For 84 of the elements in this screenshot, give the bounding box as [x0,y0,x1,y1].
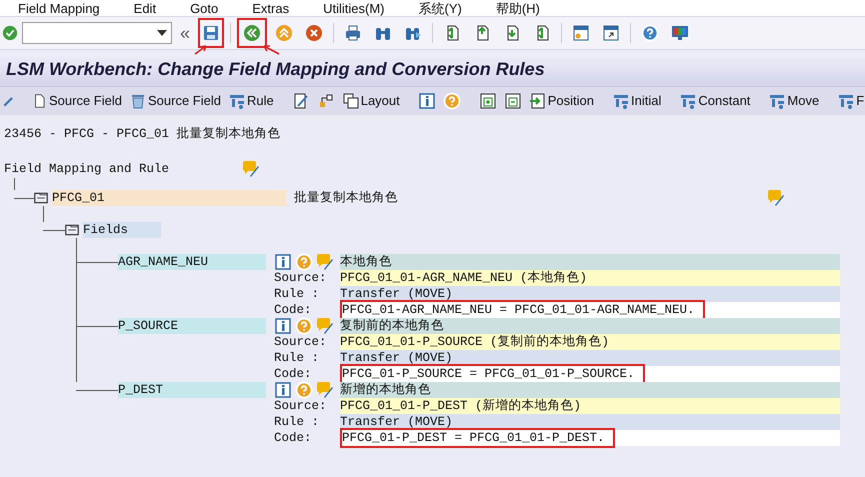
expand-icon [478,92,497,110]
row-label: Rule : [274,286,320,302]
cancel-icon [305,24,324,42]
node-description: 批量复制本地角色 [294,190,399,206]
info-icon [274,381,292,399]
help-icon [295,253,313,271]
source-value: PFCG_01_01-P_SOURCE (复制前的本地角色) [340,334,840,350]
note-edit-icon [242,160,260,178]
rule-icon [679,92,698,110]
menu-item[interactable]: 系统(Y) [418,0,462,16]
monitor-icon [671,24,690,42]
note-edit-icon [316,253,334,271]
screen-title: LSM Workbench: Change Field Mapping and Conversion Rules [6,58,545,81]
rule-value: Transfer (MOVE) [340,286,840,302]
toolbar-button[interactable]: F [835,90,865,112]
rule-icon [612,92,630,110]
row-label: Rule : [274,350,320,366]
rule-icon [837,92,856,110]
back-icon [243,24,262,42]
folder-icon [65,223,79,237]
menu-item[interactable]: Extras [252,0,290,16]
row-label: Source: [274,334,328,350]
row-label: Code: [274,430,313,446]
toolbar-button[interactable]: Rule [226,90,276,112]
dropdown-icon [157,30,167,36]
layout-icon [342,92,360,110]
field-description: 本地角色 [340,254,840,270]
printer-icon [344,24,362,42]
field-description: 新增的本地角色 [340,382,840,398]
menu-item[interactable]: Field Mapping [18,0,100,16]
row-label: Source: [274,270,328,286]
save-icon [202,24,220,42]
help-icon [295,381,313,399]
pencil-icon [292,92,310,110]
checkmark-icon[interactable] [2,25,18,41]
info-icon [418,92,436,110]
toolbar-button[interactable]: Move [766,90,822,112]
source-value: PFCG_01_01-P_DEST (新增的本地角色) [340,398,840,414]
info-icon [274,253,292,271]
note-edit-icon [316,317,334,335]
toolbar-button[interactable]: Position [526,90,596,112]
row-label: Rule : [274,414,320,430]
row-label: Code: [274,366,313,382]
rule-icon [228,92,246,110]
exit-icon [275,24,294,42]
tree-root-label: Field Mapping and Rule [4,161,170,177]
tree-node[interactable]: Fields [83,222,161,238]
field-name[interactable]: P_SOURCE [118,318,266,334]
toolbar-button[interactable]: Source Field [126,90,223,112]
toolbar-button[interactable]: Constant [677,90,752,112]
menu-item[interactable]: 帮助(H) [496,0,540,16]
info-icon [274,317,292,335]
help-icon [641,24,660,42]
menu-item[interactable]: Edit [134,0,156,16]
window-icon [572,24,590,42]
rule-value: Transfer (MOVE) [340,414,840,430]
collapse-icon [504,92,522,110]
field-description: 复制前的本地角色 [340,318,840,334]
source-value: PFCG_01_01-AGR_NAME_NEU (本地角色) [340,270,840,286]
field-name[interactable]: P_DEST [118,382,266,398]
note-edit-icon [316,381,334,399]
menu-item[interactable]: Utilities(M) [323,0,384,16]
row-label: Source: [274,398,328,414]
annotation-arrow [194,45,208,55]
toolbar-button[interactable]: Source Field [32,90,124,112]
window-icon [602,24,620,42]
note-edit-icon [767,189,785,207]
collapse-button[interactable]: « [176,18,194,48]
toolbar-button[interactable]: Layout [340,90,402,112]
command-field[interactable] [22,22,172,44]
row-label: Code: [274,302,313,318]
folder-icon [34,191,48,205]
menu-item[interactable]: Goto [190,0,218,16]
tree-node[interactable]: PFCG_01 [52,190,286,206]
field-name[interactable]: AGR_NAME_NEU [118,254,266,270]
help-icon [295,317,313,335]
position-icon [528,92,547,110]
header-text: 23456 - PFCG - PFCG_01 批量复制本地角色 [4,126,282,142]
code-value: PFCG_01-P_DEST = PFCG_01_01-P_DEST. [340,428,615,448]
help-icon [442,92,461,110]
annotation-arrow [262,45,280,55]
rule-icon [768,92,786,110]
rule-value: Transfer (MOVE) [340,350,840,366]
toolbar-button[interactable]: Initial [610,90,664,112]
